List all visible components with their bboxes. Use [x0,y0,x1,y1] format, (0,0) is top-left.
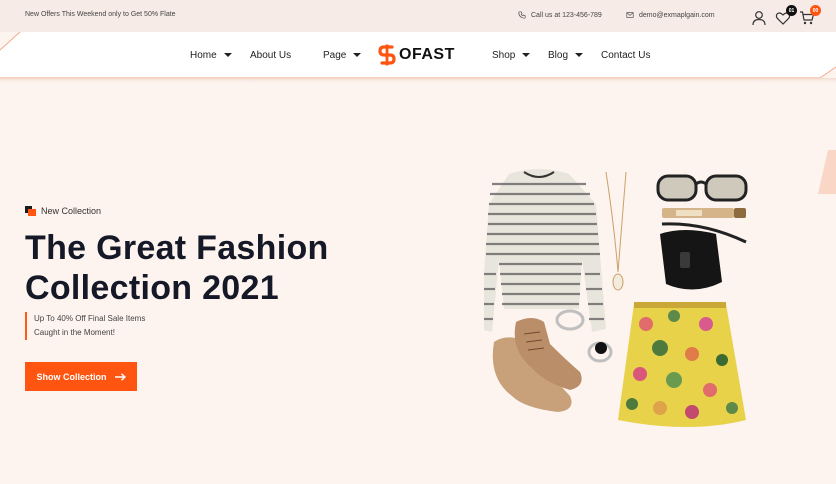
nav-contact[interactable]: Contact Us [601,48,650,62]
necklace-image [605,171,627,291]
cart-count-badge: 00 [810,5,821,16]
chevron-down-icon [223,53,232,57]
decorative-shape [818,150,836,194]
hero-subtitle-line1: Up To 40% Off Final Sale Items [34,314,146,323]
tag-squares-icon [25,206,36,216]
email-text: demo@exmaplgain.com [639,11,715,19]
topbar: New Offers This Weekend only to Get 50% … [0,0,836,32]
nav-contact-label: Contact Us [601,49,651,61]
fashion-collection-image [484,169,748,427]
site-logo[interactable]: OFAST [378,44,455,66]
phone-text: Call us at 123-456-789 [531,11,602,19]
mail-icon [626,12,634,18]
show-collection-label: Show Collection [36,371,107,382]
chevron-down-icon [575,53,584,57]
phone-icon [518,11,526,19]
wishlist-count-badge: 01 [786,5,797,16]
wishlist-button[interactable]: 01 [775,5,797,26]
hero-title-line1: The Great Fashion [25,229,329,267]
show-collection-button[interactable]: Show Collection [25,362,137,391]
hero-subtitle-line2: Caught in the Moment! [34,328,115,337]
nav-home-label: Home [190,49,217,61]
nav-about-label: About Us [250,49,292,61]
hero-title-line2: Collection 2021 [25,269,279,307]
new-collection-tag: New Collection [25,206,101,216]
cart-button[interactable]: 00 [799,5,821,26]
hero-title: The Great Fashion Collection 2021 [25,228,385,308]
black-bag-image [660,222,747,290]
floral-skirt-image [618,302,746,427]
nav-about[interactable]: About Us [250,48,291,62]
nav-shop-label: Shop [492,49,516,61]
nav-home[interactable]: Home [190,48,232,62]
nav-blog-label: Blog [548,49,569,61]
logo-text: OFAST [399,46,455,63]
nav-page-label: Page [323,49,347,61]
chevron-down-icon [353,53,362,57]
nav-blog[interactable]: Blog [548,48,584,62]
perfume-image [662,208,746,218]
hero-subtitle: Up To 40% Off Final Sale Items Caught in… [25,312,145,340]
logo-icon [378,44,396,66]
offer-text: New Offers This Weekend only to Get 50% … [25,11,176,18]
chevron-down-icon [522,53,531,57]
nav-page[interactable]: Page [323,48,362,62]
phone-contact[interactable]: Call us at 123-456-789 [518,11,602,19]
email-contact[interactable]: demo@exmaplgain.com [626,11,715,19]
suede-boots-image [492,318,582,412]
nav-shop[interactable]: Shop [492,48,531,62]
user-icon[interactable] [751,10,767,26]
new-collection-label: New Collection [41,206,102,216]
glasses-image [656,174,748,202]
arrow-right-icon [114,372,126,381]
main-navigation: Home About Us Page OFAST Shop Blog Conta… [0,32,836,84]
striped-sweater-image [484,169,606,332]
